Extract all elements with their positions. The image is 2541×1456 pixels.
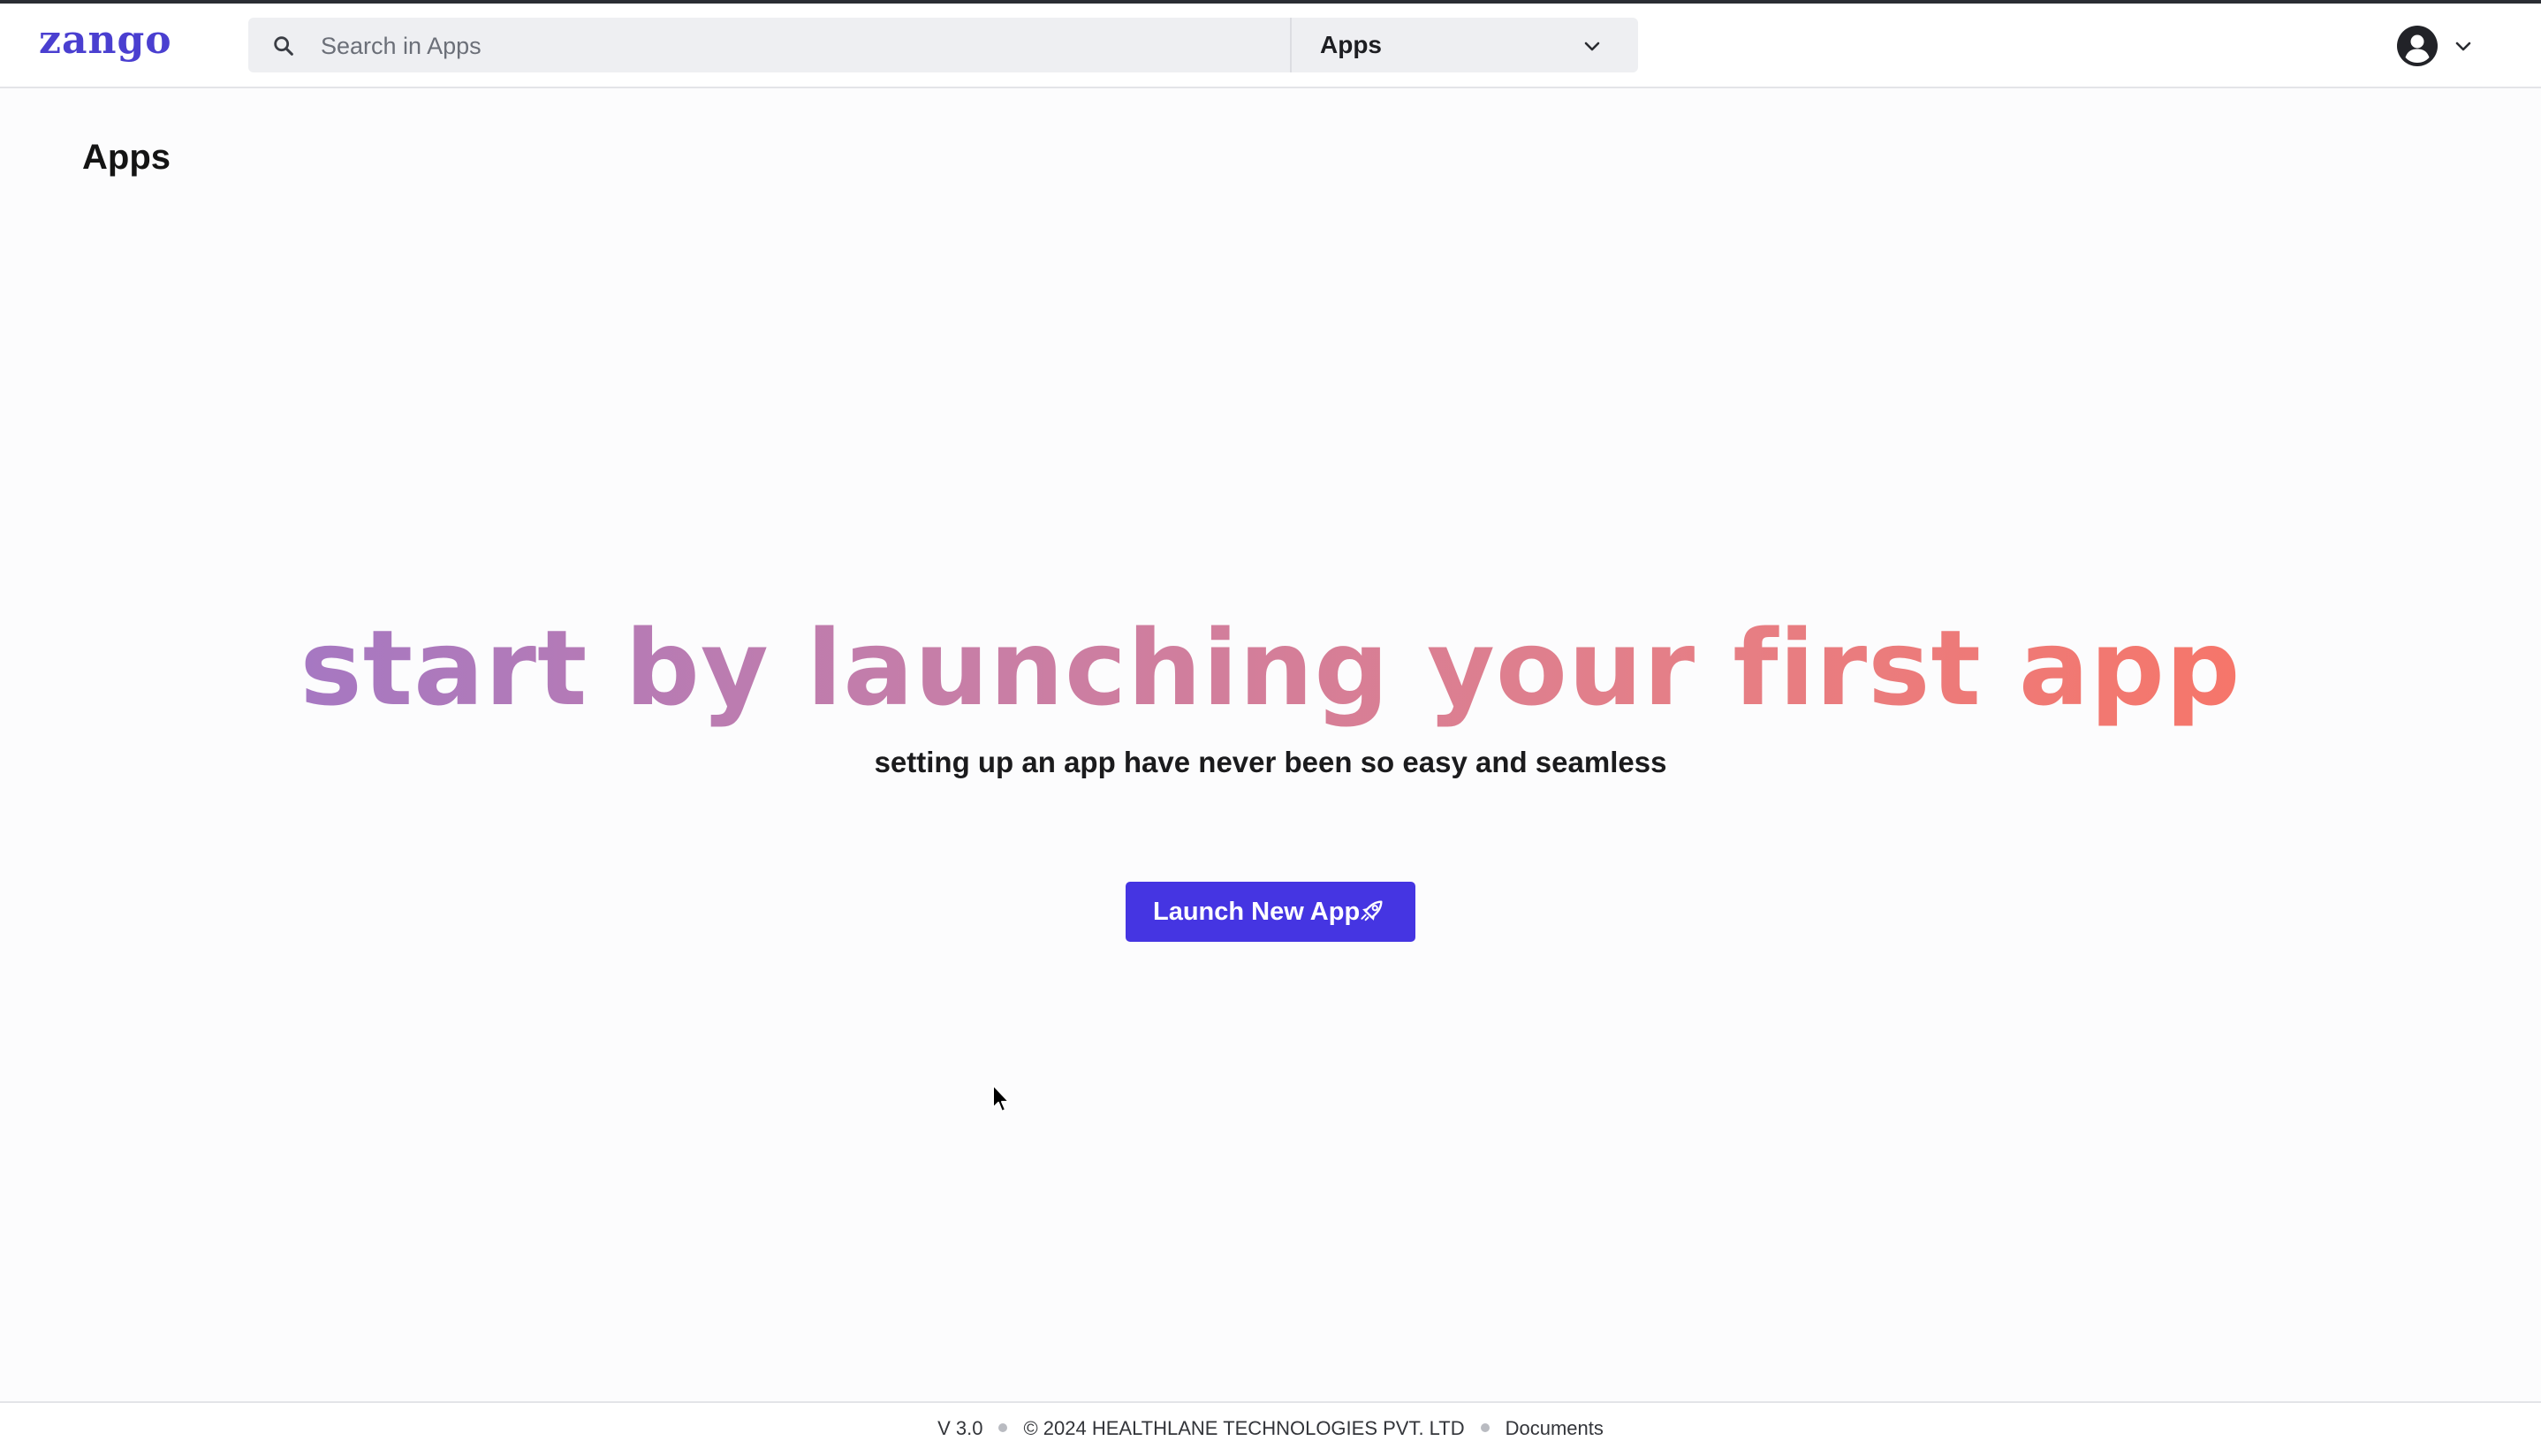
page-title: Apps [82,138,171,177]
search-bar: Apps [248,18,1638,72]
launch-new-app-button[interactable]: Launch New App [1126,882,1415,942]
footer-separator [1480,1423,1490,1433]
launch-button-label: Launch New App [1153,898,1361,926]
hero-title: start by launching your first app [0,597,2541,739]
footer: V 3.0 © 2024 HEALTHLANE TECHNOLOGIES PVT.… [0,1401,2541,1456]
mouse-cursor-icon [992,1084,1010,1112]
search-scope-selected: Apps [1320,31,1382,58]
user-avatar-icon [2397,26,2438,66]
footer-content: V 3.0 © 2024 HEALTHLANE TECHNOLOGIES PVT.… [0,1415,2541,1442]
user-menu[interactable] [2394,23,2483,69]
top-navbar: zango Apps [0,4,2541,88]
footer-copyright: © 2024 HEALTHLANE TECHNOLOGIES PVT. LTD [1023,1417,1465,1439]
search-icon [274,36,293,56]
rocket-icon [1361,900,1383,921]
footer-version: V 3.0 [937,1417,983,1439]
hero-subtitle: setting up an app have never been so eas… [874,746,1667,778]
search-scope-dropdown[interactable]: Apps [1292,18,1638,72]
zango-logo[interactable]: zango [39,16,172,65]
hero-title-text: start by launching your first app [300,607,2241,729]
documents-link[interactable]: Documents [1506,1417,1604,1439]
chevron-down-icon [2455,42,2471,51]
footer-separator [998,1423,1008,1433]
chevron-down-icon [1584,42,1600,51]
